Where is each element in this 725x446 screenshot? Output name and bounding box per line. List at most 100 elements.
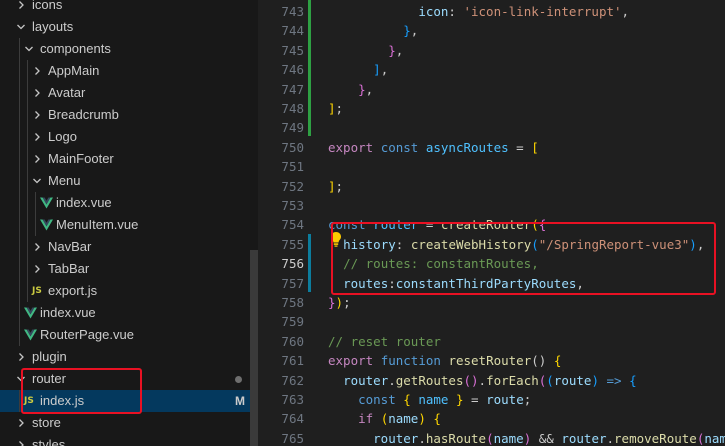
- code-token: ]: [328, 101, 336, 116]
- file-item[interactable]: index.vue: [0, 192, 258, 214]
- file-item[interactable]: JS export.js: [0, 280, 258, 302]
- code-line[interactable]: 763 const { name } = route;: [258, 390, 725, 409]
- tree-item-label: plugin: [32, 349, 67, 364]
- code-line[interactable]: 748];: [258, 99, 725, 118]
- code-token: :: [448, 4, 464, 19]
- line-number: 748: [281, 101, 304, 116]
- chevron-right-icon[interactable]: [31, 82, 43, 104]
- vue-file-icon: [40, 192, 53, 214]
- folder-item[interactable]: styles: [0, 434, 258, 446]
- file-item[interactable]: MenuItem.vue: [0, 214, 258, 236]
- code-text: const { name } = route;: [328, 390, 531, 409]
- folder-item[interactable]: AppMain: [0, 60, 258, 82]
- code-text: },: [328, 41, 403, 60]
- file-item[interactable]: RouterPage.vue: [0, 324, 258, 346]
- folder-item[interactable]: Menu: [0, 170, 258, 192]
- chevron-right-icon[interactable]: [31, 126, 43, 148]
- tree-item-label: Avatar: [48, 85, 86, 100]
- code-line[interactable]: 752];: [258, 177, 725, 196]
- code-token: (): [463, 372, 479, 388]
- folder-item[interactable]: Logo: [0, 126, 258, 148]
- folder-item[interactable]: MainFooter: [0, 148, 258, 170]
- code-editor[interactable]: 743 icon: 'icon-link-interrupt', 744 }, 74…: [258, 0, 725, 446]
- chevron-right-icon[interactable]: [31, 236, 43, 258]
- code-text: export const asyncRoutes = [: [328, 138, 539, 157]
- line-number: 761: [281, 353, 304, 369]
- line-number: 743: [281, 4, 304, 19]
- code-line[interactable]: 762 router.getRoutes().forEach((route) =…: [258, 371, 725, 390]
- line-number: 749: [281, 120, 304, 136]
- line-number: 755: [281, 236, 304, 252]
- code-token: {: [553, 353, 562, 369]
- chevron-right-icon[interactable]: [31, 148, 43, 170]
- code-line[interactable]: 746 ],: [258, 60, 725, 79]
- chevron-down-icon[interactable]: [31, 170, 43, 192]
- code-token: =: [463, 392, 487, 407]
- code-text: export function resetRouter() {: [328, 351, 561, 370]
- code-line[interactable]: 761 export function resetRouter() {: [258, 351, 725, 370]
- tree-item-label: store: [32, 415, 61, 430]
- chevron-down-icon[interactable]: [23, 38, 35, 60]
- chevron-down-icon[interactable]: [15, 16, 27, 38]
- chevron-right-icon[interactable]: [31, 104, 43, 126]
- modified-badge: M: [235, 394, 245, 408]
- code-line[interactable]: 744 },: [258, 21, 725, 40]
- code-token: ;: [335, 101, 344, 116]
- folder-item[interactable]: icons: [0, 0, 258, 16]
- code-line[interactable]: 745 },: [258, 41, 725, 60]
- line-number: 760: [281, 333, 304, 349]
- code-line[interactable]: 750 export const asyncRoutes = [: [258, 138, 725, 157]
- explorer-scrollbar[interactable]: [250, 250, 258, 446]
- chevron-right-icon[interactable]: [15, 0, 27, 16]
- code-line[interactable]: 743 icon: 'icon-link-interrupt',: [258, 2, 725, 21]
- code-token: }: [403, 23, 411, 39]
- chevron-right-icon[interactable]: [15, 412, 27, 434]
- code-token: ,: [621, 4, 630, 19]
- code-line[interactable]: 751: [258, 157, 725, 176]
- folder-item[interactable]: components: [0, 38, 258, 60]
- code-token: [: [531, 139, 539, 155]
- code-token: if: [358, 411, 374, 427]
- code-line[interactable]: 765 router.hasRoute(name) && router.remo…: [258, 429, 725, 446]
- code-line[interactable]: 764 if (name) {: [258, 409, 725, 428]
- folder-item[interactable]: store: [0, 412, 258, 434]
- vue-file-icon: [40, 214, 53, 236]
- code-line[interactable]: 749: [258, 118, 725, 137]
- code-token: asyncRoutes: [425, 139, 509, 155]
- code-line[interactable]: 758});: [258, 293, 725, 312]
- code-token: ): [418, 411, 426, 427]
- code-token: }: [328, 295, 336, 310]
- chevron-right-icon[interactable]: [15, 346, 27, 368]
- file-item[interactable]: index.vue: [0, 302, 258, 324]
- chevron-right-icon[interactable]: [15, 434, 27, 446]
- folder-item[interactable]: Breadcrumb: [0, 104, 258, 126]
- code-line[interactable]: 760 // reset router: [258, 332, 725, 351]
- tree-item-label: Logo: [48, 129, 77, 144]
- line-number: 754: [281, 217, 304, 233]
- folder-item[interactable]: plugin: [0, 346, 258, 368]
- folder-item[interactable]: TabBar: [0, 258, 258, 280]
- code-token: removeRoute: [614, 430, 697, 446]
- folder-item[interactable]: NavBar: [0, 236, 258, 258]
- code-line[interactable]: 753: [258, 196, 725, 215]
- folder-item[interactable]: Avatar: [0, 82, 258, 104]
- line-number: 752: [281, 178, 304, 194]
- line-number: 751: [281, 159, 304, 175]
- folder-item[interactable]: layouts: [0, 16, 258, 38]
- line-number: 763: [281, 392, 304, 407]
- code-line[interactable]: 759: [258, 312, 725, 331]
- code-token: ]: [373, 62, 381, 78]
- line-number: 764: [281, 411, 304, 427]
- chevron-right-icon[interactable]: [31, 258, 43, 280]
- code-token: ;: [343, 295, 351, 310]
- code-token: ]: [328, 178, 336, 194]
- code-line[interactable]: 747 },: [258, 80, 725, 99]
- code-token: router: [373, 430, 419, 446]
- code-token: =: [508, 139, 532, 155]
- chevron-right-icon[interactable]: [31, 60, 43, 82]
